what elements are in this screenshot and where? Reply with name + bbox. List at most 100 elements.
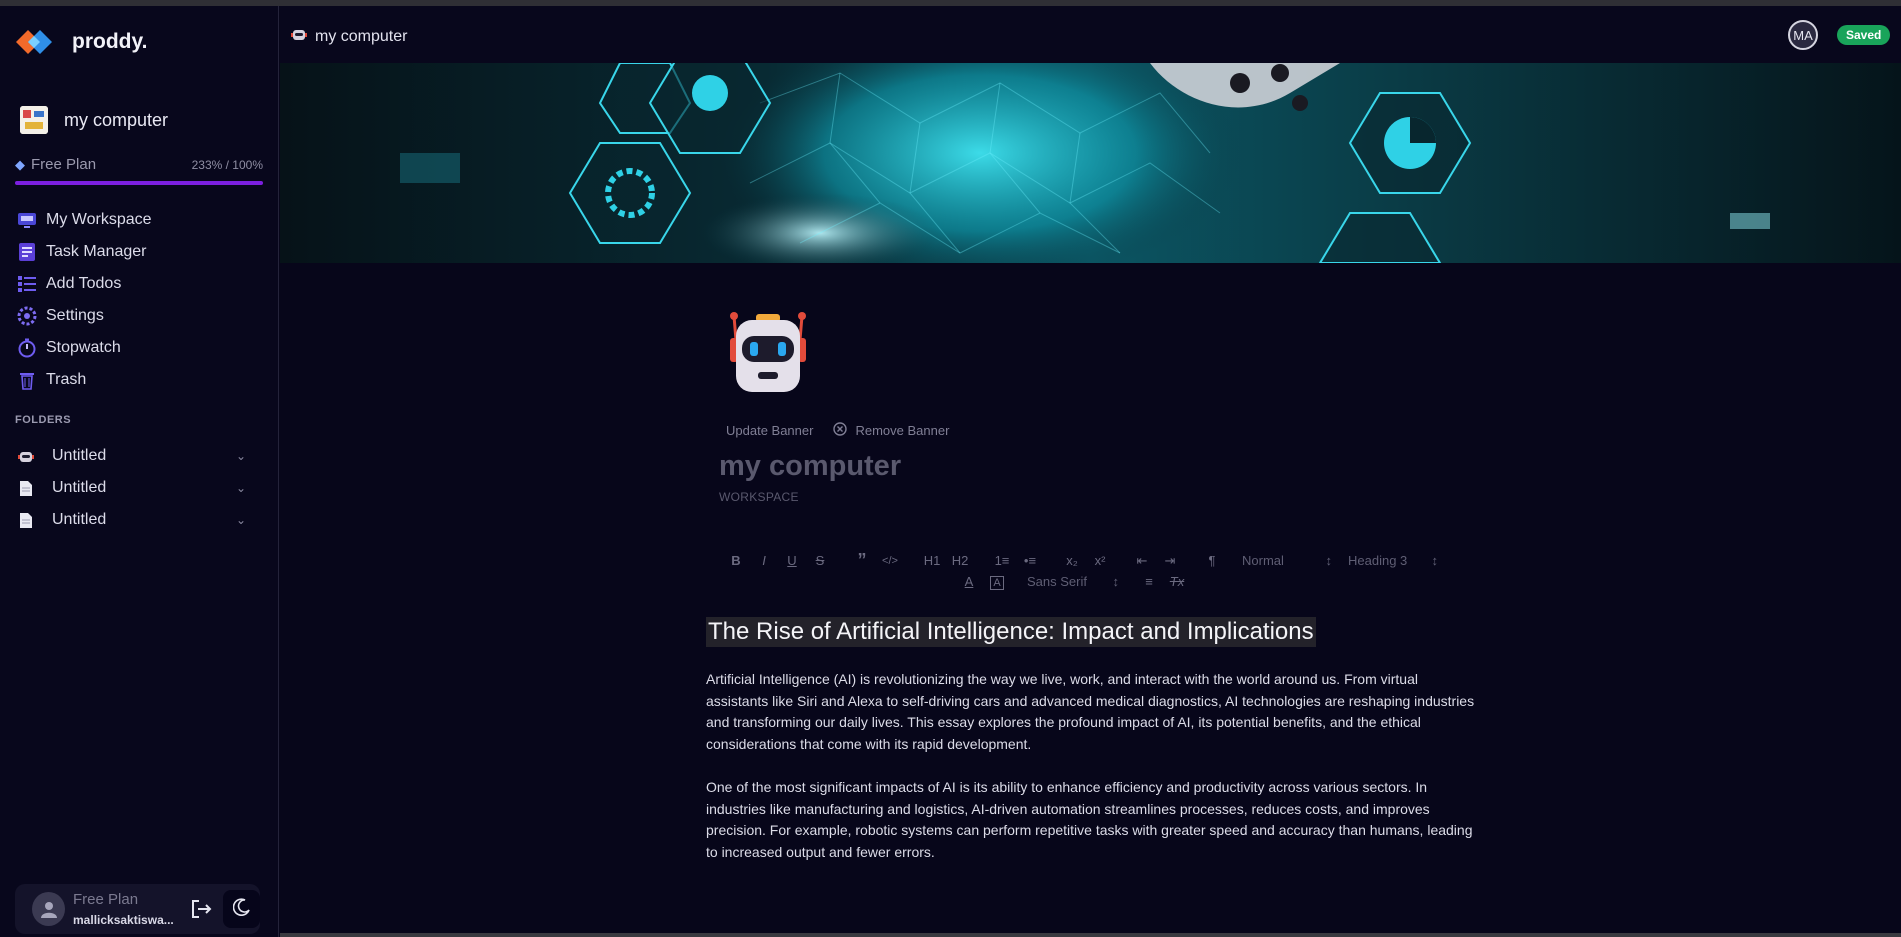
underline-button[interactable]: U: [778, 553, 806, 568]
banner-actions: Update Banner Remove Banner: [726, 422, 949, 439]
todos-icon: [16, 273, 38, 295]
sidebar-item-my-workspace[interactable]: My Workspace: [16, 204, 266, 236]
italic-button[interactable]: I: [750, 553, 778, 568]
brand[interactable]: proddy.: [14, 22, 147, 62]
plan-usage-bar: [15, 181, 263, 185]
sidebar-item-add-todos[interactable]: Add Todos: [16, 268, 266, 300]
sidebar-nav: My Workspace Task Manager Add Todos Sett…: [16, 204, 266, 396]
folders-list: Untitled ⌄ Untitled ⌄ Untitled ⌄: [16, 440, 246, 536]
sidebar-item-trash[interactable]: Trash: [16, 364, 266, 396]
folder-item[interactable]: Untitled ⌄: [16, 440, 246, 472]
sidebar-item-stopwatch[interactable]: Stopwatch: [16, 332, 266, 364]
sidebar-item-label: Task Manager: [46, 243, 147, 260]
dark-mode-toggle[interactable]: [223, 890, 260, 928]
page-robot-icon[interactable]: [726, 310, 810, 394]
breadcrumb[interactable]: my computer: [291, 26, 407, 47]
header-select[interactable]: Heading 3 ↕: [1348, 553, 1438, 568]
task-manager-icon: [16, 241, 38, 263]
sidebar-item-label: My Workspace: [46, 211, 152, 228]
logout-icon[interactable]: [190, 897, 213, 921]
chevron-down-icon[interactable]: ⌄: [236, 513, 246, 527]
window-bottom-edge: [280, 933, 1901, 937]
select-arrows-icon: ↕: [1431, 553, 1439, 568]
workspace-switcher[interactable]: my computer: [20, 106, 168, 134]
remove-banner-button[interactable]: Remove Banner: [833, 422, 949, 439]
folder-name: Untitled: [52, 511, 107, 528]
document-icon: [16, 512, 36, 528]
sidebar-item-task-manager[interactable]: Task Manager: [16, 236, 266, 268]
document-paragraph[interactable]: One of the most significant impacts of A…: [706, 777, 1476, 863]
page-title[interactable]: my computer: [719, 450, 901, 483]
indent-button[interactable]: ⇥: [1156, 553, 1184, 569]
gear-icon: [16, 305, 38, 327]
editor-toolbar-row-2: A A Sans Serif ↕ ≡ Tx: [955, 574, 1191, 590]
trash-icon: [16, 369, 38, 391]
heading-2-button[interactable]: H2: [946, 553, 974, 568]
background-color-button[interactable]: A: [983, 574, 1011, 590]
sidebar-item-label: Trash: [46, 371, 87, 388]
ordered-list-button[interactable]: 1≡: [988, 553, 1016, 568]
blockquote-button[interactable]: ”: [848, 550, 876, 571]
folder-item[interactable]: Untitled ⌄: [16, 472, 246, 504]
plan-usage: ◆ Free Plan 233% / 100%: [15, 156, 263, 185]
outdent-button[interactable]: ⇤: [1128, 553, 1156, 569]
superscript-button[interactable]: x²: [1086, 553, 1114, 568]
plan-usage-value: 233% / 100%: [191, 157, 263, 172]
sidebar-item-settings[interactable]: Settings: [16, 300, 266, 332]
user-avatar-icon[interactable]: [32, 892, 66, 926]
plan-label: Free Plan: [31, 156, 97, 173]
chevron-down-icon[interactable]: ⌄: [236, 449, 246, 463]
chevron-down-icon[interactable]: ⌄: [236, 481, 246, 495]
user-email: mallicksaktiswa...: [73, 913, 174, 927]
clear-format-button[interactable]: Tx: [1163, 574, 1191, 589]
user-avatar[interactable]: MA: [1788, 20, 1818, 50]
bold-button[interactable]: B: [722, 553, 750, 568]
font-select-value: Sans Serif: [1027, 574, 1087, 589]
moon-icon: [232, 897, 251, 921]
size-select-value: Normal: [1242, 553, 1284, 568]
workspace-name: my computer: [64, 109, 169, 130]
page-subtitle: WORKSPACE: [719, 490, 799, 504]
font-color-button[interactable]: A: [955, 574, 983, 589]
workspace-icon: [16, 209, 38, 231]
folder-item[interactable]: Untitled ⌄: [16, 504, 246, 536]
header-select-value: Heading 3: [1348, 553, 1408, 568]
text-direction-button[interactable]: ¶: [1198, 553, 1226, 568]
robot-icon: [16, 448, 36, 464]
select-arrows-icon: ↕: [1325, 553, 1333, 568]
stopwatch-icon: [16, 337, 38, 359]
folders-heading: FOLDERS: [15, 414, 72, 426]
close-circle-icon: [833, 422, 848, 439]
top-bar: my computer MA Saved: [280, 6, 1901, 63]
subscript-button[interactable]: x₂: [1058, 553, 1086, 568]
code-block-button[interactable]: </>: [876, 555, 904, 567]
cover-banner-image: [280, 63, 1901, 263]
sidebar-item-label: Add Todos: [46, 275, 122, 292]
robot-icon: [291, 26, 307, 47]
heading-1-button[interactable]: H1: [918, 553, 946, 568]
font-select[interactable]: Sans Serif ↕: [1027, 574, 1119, 589]
align-button[interactable]: ≡: [1135, 574, 1163, 589]
breadcrumb-label: my computer: [315, 27, 408, 45]
bullet-list-button[interactable]: •≡: [1016, 553, 1044, 568]
size-select[interactable]: Normal ↕: [1242, 553, 1332, 568]
background-color-label: A: [990, 576, 1004, 590]
workspace-thumbnail-icon: [20, 106, 48, 134]
sidebar: proddy. my computer ◆ Free Plan 233% / 1…: [0, 6, 279, 937]
proddy-logo-icon: [14, 22, 60, 62]
remove-banner-label: Remove Banner: [855, 423, 950, 438]
editor-toolbar: B I U S ” </> H1 H2 1≡ •≡ x₂ x² ⇤ ⇥ ¶ No…: [722, 550, 1438, 571]
document-paragraph[interactable]: Artificial Intelligence (AI) is revoluti…: [706, 669, 1476, 755]
app-name: proddy.: [72, 30, 148, 53]
folder-name: Untitled: [52, 447, 107, 464]
sidebar-item-label: Stopwatch: [46, 339, 121, 356]
sidebar-item-label: Settings: [46, 307, 104, 324]
folder-name: Untitled: [52, 479, 107, 496]
document-icon: [16, 480, 36, 496]
strike-button[interactable]: S: [806, 553, 834, 568]
update-banner-button[interactable]: Update Banner: [726, 423, 813, 438]
user-panel: Free Plan mallicksaktiswa...: [15, 884, 260, 934]
select-arrows-icon: ↕: [1112, 574, 1120, 589]
document-heading[interactable]: The Rise of Artificial Intelligence: Imp…: [706, 617, 1316, 647]
user-plan: Free Plan: [73, 891, 139, 908]
